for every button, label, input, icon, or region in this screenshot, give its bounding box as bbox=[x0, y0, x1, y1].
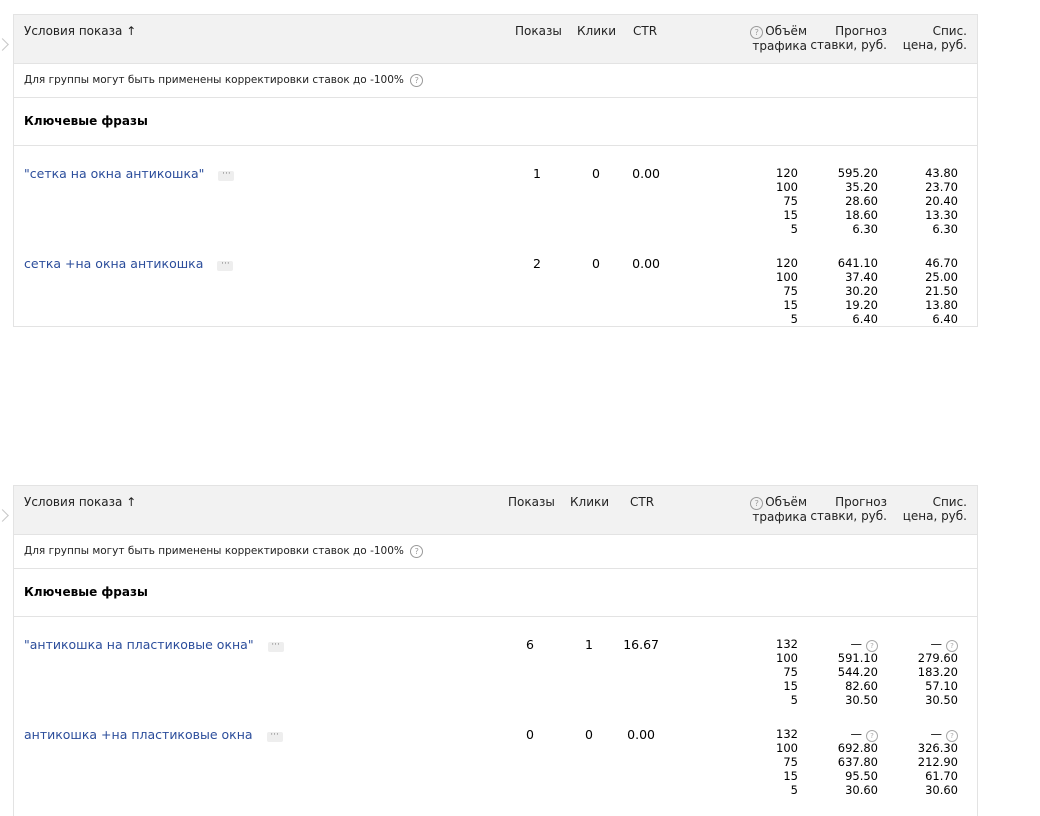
more-menu-icon[interactable]: ··· bbox=[267, 641, 284, 652]
clicks-value: 1 bbox=[585, 637, 593, 652]
more-menu-icon[interactable]: ··· bbox=[217, 260, 234, 271]
keyword-phrase[interactable]: сетка +на окна антикошка ··· bbox=[24, 256, 234, 271]
collapse-chevron-icon[interactable] bbox=[0, 509, 9, 522]
charge-values: —? 326.30 212.90 61.70 30.60 bbox=[917, 727, 958, 797]
help-icon[interactable]: ? bbox=[410, 545, 424, 558]
keyword-phrase[interactable]: "сетка на окна антикошка" ··· bbox=[24, 166, 235, 181]
keyword-phrase[interactable]: "антикошка на пластиковые окна" ··· bbox=[24, 637, 284, 652]
help-icon[interactable]: ? bbox=[750, 497, 764, 510]
collapse-chevron-icon[interactable] bbox=[0, 38, 9, 51]
more-menu-icon[interactable]: ··· bbox=[218, 170, 235, 181]
column-forecast[interactable]: Прогноз ставки, руб. bbox=[810, 495, 887, 523]
keyword-phrase[interactable]: антикошка +на пластиковые окна ··· bbox=[24, 727, 283, 742]
ctr-value: 0.00 bbox=[627, 727, 655, 742]
clicks-value: 0 bbox=[585, 727, 593, 742]
traffic-values: 132 100 75 15 5 bbox=[776, 727, 798, 797]
forecast-values: 595.20 35.20 28.60 18.60 6.30 bbox=[837, 166, 878, 236]
impressions-value: 6 bbox=[526, 637, 534, 652]
impressions-value: 2 bbox=[533, 256, 541, 271]
table-row: "антикошка на пластиковые окна" ··· 6 1 1… bbox=[14, 617, 977, 707]
help-icon[interactable]: ? bbox=[750, 26, 764, 39]
help-icon[interactable]: ? bbox=[410, 74, 424, 87]
forecast-values: —? 692.80 637.80 95.50 30.60 bbox=[837, 727, 878, 797]
column-ctr[interactable]: CTR bbox=[630, 495, 654, 509]
column-impressions[interactable]: Показы bbox=[508, 495, 555, 509]
column-charge[interactable]: Спис. цена, руб. bbox=[903, 495, 967, 523]
impressions-value: 0 bbox=[526, 727, 534, 742]
charge-values: —? 279.60 183.20 57.10 30.50 bbox=[917, 637, 958, 707]
column-conditions[interactable]: Условия показа ↑ bbox=[24, 24, 136, 38]
sort-arrow-icon[interactable]: ↑ bbox=[126, 24, 136, 38]
bid-adjustment-note: Для группы могут быть применены корректи… bbox=[14, 64, 977, 98]
clicks-value: 0 bbox=[592, 166, 600, 181]
traffic-values: 132 100 75 15 5 bbox=[776, 637, 798, 707]
column-clicks[interactable]: Клики bbox=[570, 495, 609, 509]
column-ctr[interactable]: CTR bbox=[633, 24, 657, 38]
table-row: антикошка +на пластиковые окна ··· 0 0 0.… bbox=[14, 707, 977, 797]
table-header: Условия показа ↑ Показы Клики CTR ? Объём… bbox=[14, 486, 977, 535]
traffic-values: 120 100 75 15 5 bbox=[776, 256, 798, 326]
ctr-value: 16.67 bbox=[623, 637, 659, 652]
column-traffic[interactable]: ? Объём трафика bbox=[750, 495, 807, 524]
conditions-table: Условия показа ↑ Показы Клики CTR ? Объём… bbox=[13, 485, 978, 816]
traffic-values: 120 100 75 15 5 bbox=[776, 166, 798, 236]
bid-adjustment-note: Для группы могут быть применены корректи… bbox=[14, 535, 977, 569]
table-row: "сетка на окна антикошка" ··· 1 0 0.00 12… bbox=[14, 146, 977, 236]
forecast-values: —? 591.10 544.20 82.60 30.50 bbox=[837, 637, 878, 707]
clicks-value: 0 bbox=[592, 256, 600, 271]
table-row: сетка +на окна антикошка ··· 2 0 0.00 120… bbox=[14, 236, 977, 326]
ctr-value: 0.00 bbox=[632, 256, 660, 271]
table-header: Условия показа ↑ Показы Клики CTR ? Объём… bbox=[14, 15, 977, 64]
column-conditions[interactable]: Условия показа ↑ bbox=[24, 495, 136, 509]
column-clicks[interactable]: Клики bbox=[577, 24, 616, 38]
more-menu-icon[interactable]: ··· bbox=[266, 731, 283, 742]
column-impressions[interactable]: Показы bbox=[515, 24, 562, 38]
charge-values: 46.70 25.00 21.50 13.80 6.40 bbox=[925, 256, 958, 326]
column-traffic[interactable]: ? Объём трафика bbox=[750, 24, 807, 53]
column-charge[interactable]: Спис. цена, руб. bbox=[903, 24, 967, 52]
section-title: Ключевые фразы bbox=[14, 569, 977, 617]
impressions-value: 1 bbox=[533, 166, 541, 181]
charge-values: 43.80 23.70 20.40 13.30 6.30 bbox=[925, 166, 958, 236]
sort-arrow-icon[interactable]: ↑ bbox=[126, 495, 136, 509]
section-title: Ключевые фразы bbox=[14, 98, 977, 146]
conditions-table: Условия показа ↑ Показы Клики CTR ? Объём… bbox=[13, 14, 978, 327]
column-forecast[interactable]: Прогноз ставки, руб. bbox=[810, 24, 887, 52]
ctr-value: 0.00 bbox=[632, 166, 660, 181]
forecast-values: 641.10 37.40 30.20 19.20 6.40 bbox=[837, 256, 878, 326]
